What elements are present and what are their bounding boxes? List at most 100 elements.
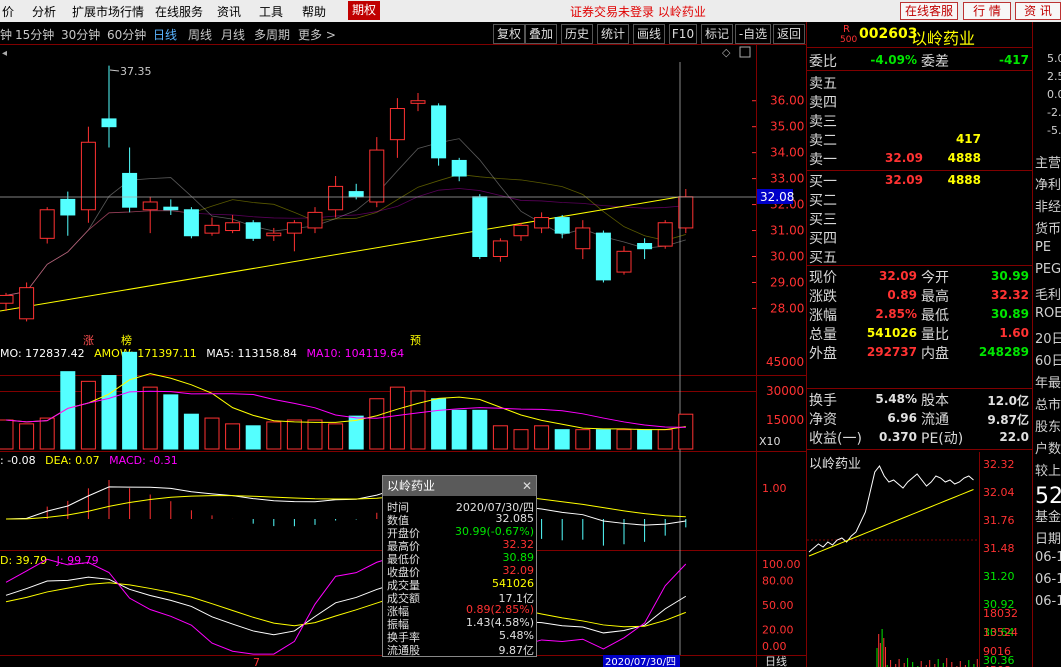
restore-rights-button[interactable]: 复权 bbox=[493, 24, 525, 44]
period-multi-tab[interactable]: 多周期 bbox=[254, 26, 290, 43]
edge-item[interactable]: 股东 bbox=[1035, 416, 1061, 435]
draw-line-button[interactable]: 画线 bbox=[633, 24, 665, 44]
event-label-forecast[interactable]: 预 bbox=[410, 334, 421, 347]
bid-level-label: 买二 bbox=[809, 193, 837, 209]
edge-item[interactable]: 净利 bbox=[1035, 174, 1061, 193]
edge-item[interactable]: PE bbox=[1035, 240, 1051, 255]
candle-body bbox=[225, 222, 241, 232]
candle-body bbox=[595, 232, 611, 281]
period-60min-tab[interactable]: 60分钟 bbox=[107, 26, 146, 43]
candle-body bbox=[678, 196, 694, 229]
menu-item-analysis[interactable]: 分析 bbox=[32, 3, 56, 20]
quote-value: 30.99 bbox=[991, 269, 1029, 283]
period-30min-tab[interactable]: 30分钟 bbox=[61, 26, 100, 43]
history-button[interactable]: 历史 bbox=[561, 24, 593, 44]
edge-item[interactable]: 较上 bbox=[1035, 460, 1061, 479]
edge-item[interactable]: 06-1 bbox=[1035, 594, 1061, 609]
kdj-axis-label: 0.00 bbox=[762, 640, 787, 653]
candle-body bbox=[163, 206, 179, 211]
edge-item[interactable]: ROE bbox=[1035, 306, 1061, 321]
volume-bar bbox=[575, 429, 591, 450]
edge-item[interactable]: 年最 bbox=[1035, 372, 1061, 391]
volume-bar bbox=[431, 398, 447, 450]
maximize-icon[interactable] bbox=[739, 46, 751, 58]
f10-button[interactable]: F10 bbox=[669, 24, 697, 44]
back-button[interactable]: 返回 bbox=[773, 24, 805, 44]
candle-body bbox=[472, 196, 488, 258]
volume-bar bbox=[80, 380, 96, 450]
diamond-icon[interactable]: ◇ bbox=[722, 46, 731, 59]
price-axis: 36.0035.0034.0033.0032.0031.0030.0029.00… bbox=[752, 94, 804, 315]
tooltip-row-label: 流通股 bbox=[387, 644, 420, 657]
edge-item[interactable]: 非经 bbox=[1035, 196, 1061, 215]
menu-item-price[interactable]: 价 bbox=[2, 3, 14, 20]
period-minute-tab[interactable]: 钟 bbox=[0, 26, 12, 43]
quotes-button[interactable]: 行 情 bbox=[963, 2, 1011, 20]
kdj-d-legend-value: D: 39.79 bbox=[0, 554, 47, 567]
candle-body bbox=[657, 222, 673, 247]
edge-item[interactable]: 06-1 bbox=[1035, 572, 1061, 587]
bid-level-price: 32.09 bbox=[885, 173, 923, 187]
period-more-tab[interactable]: 更多 > bbox=[298, 26, 336, 43]
edge-item[interactable]: 毛利 bbox=[1035, 284, 1061, 303]
close-icon[interactable]: ✕ bbox=[522, 476, 532, 496]
tooltip-row-value: 32.085 bbox=[495, 512, 535, 525]
edge-item[interactable]: 日期 bbox=[1035, 528, 1061, 547]
quote-value: 30.89 bbox=[991, 307, 1029, 321]
quote-label: 总量 bbox=[809, 327, 837, 343]
intraday-axis-label: 18032 bbox=[983, 607, 1018, 620]
edge-item[interactable]: 06-1 bbox=[1035, 550, 1061, 565]
menu-item-options[interactable]: 期权 bbox=[348, 1, 381, 20]
candle-body bbox=[39, 209, 55, 239]
candle-body bbox=[410, 100, 426, 104]
menu-item-online-service[interactable]: 在线服务 bbox=[155, 3, 203, 20]
volume-axis-label: 45000 bbox=[766, 355, 804, 369]
edge-item[interactable]: 总市 bbox=[1035, 394, 1061, 413]
menu-item-extended-market[interactable]: 扩展市场行情 bbox=[72, 3, 144, 20]
menu-item-help[interactable]: 帮助 bbox=[302, 3, 326, 20]
edge-item[interactable]: 60日 bbox=[1035, 350, 1061, 369]
quote-value: 32.32 bbox=[991, 288, 1029, 302]
fundamental-value: 12.0亿 bbox=[987, 394, 1029, 408]
edge-item[interactable]: 基金 bbox=[1035, 506, 1061, 525]
candle-body bbox=[513, 224, 529, 237]
stock-name: 以岭药业 bbox=[911, 29, 976, 48]
overlay-button[interactable]: 叠加 bbox=[525, 24, 557, 44]
online-support-button[interactable]: 在线客服 bbox=[900, 2, 958, 20]
edge-item[interactable]: 户数 bbox=[1035, 438, 1061, 457]
period-15min-tab[interactable]: 15分钟 bbox=[15, 26, 54, 43]
collapse-icon[interactable]: ◂ bbox=[2, 48, 7, 59]
volume-bar bbox=[225, 423, 241, 450]
intraday-chart[interactable]: 32.3232.0431.7631.4831.2030.9230.6430.36… bbox=[807, 452, 1033, 667]
edge-item[interactable]: PEG bbox=[1035, 262, 1061, 277]
fundamental-label: PE(动) bbox=[921, 431, 964, 447]
news-button[interactable]: 资 讯 bbox=[1015, 2, 1061, 20]
quote-value: 248289 bbox=[978, 345, 1029, 359]
edge-item[interactable]: 货币 bbox=[1035, 218, 1061, 237]
edge-item[interactable]: 20日 bbox=[1035, 328, 1061, 347]
edge-item[interactable]: 主营 bbox=[1035, 152, 1061, 171]
menu-item-news[interactable]: 资讯 bbox=[217, 3, 241, 20]
volume-bar bbox=[19, 423, 35, 450]
candle-body bbox=[616, 250, 632, 273]
menu-item-tools[interactable]: 工具 bbox=[259, 3, 283, 20]
macd-legend: : -0.08 DEA: 0.07 MACD: -0.31 bbox=[0, 454, 178, 467]
watchlist-button[interactable]: -自选 bbox=[735, 24, 771, 44]
event-label-limit-up[interactable]: 涨 bbox=[83, 334, 94, 347]
intraday-axis-label: 9016 bbox=[983, 645, 1011, 658]
candle-body bbox=[60, 198, 76, 216]
candle-body bbox=[286, 222, 302, 234]
period-weekly-tab[interactable]: 周线 bbox=[188, 26, 212, 43]
event-label-dragon-tiger[interactable]: 榜 bbox=[121, 333, 132, 347]
quote-value: 1.60 bbox=[999, 326, 1029, 340]
statistics-button[interactable]: 统计 bbox=[597, 24, 629, 44]
period-daily-tab[interactable]: 日线 bbox=[153, 26, 177, 43]
fundamental-label: 净资 bbox=[809, 412, 837, 428]
edge-axis-value: -2.5 bbox=[1047, 106, 1061, 119]
candle-body bbox=[575, 227, 591, 250]
period-monthly-tab[interactable]: 月线 bbox=[221, 26, 245, 43]
ask-level-label: 卖五 bbox=[809, 76, 837, 92]
mark-button[interactable]: 标记 bbox=[701, 24, 733, 44]
candle-body bbox=[492, 240, 508, 258]
login-notice: 证券交易未登录 以岭药业 bbox=[570, 5, 706, 19]
